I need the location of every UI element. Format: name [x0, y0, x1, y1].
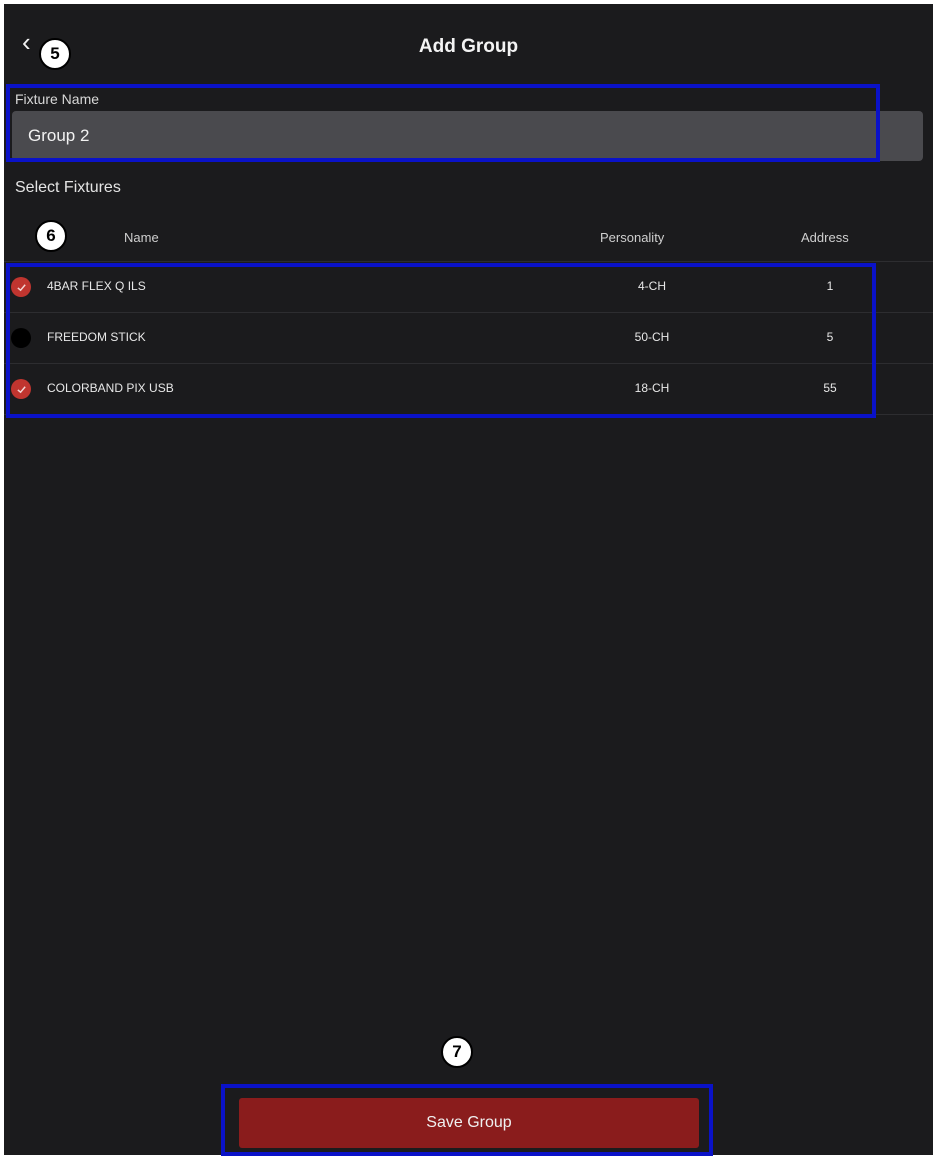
- column-header-personality: Personality: [600, 230, 665, 245]
- column-header-name: Name: [124, 230, 159, 245]
- page-title: Add Group: [418, 36, 519, 57]
- header: ‹ Add Group: [4, 4, 933, 80]
- annotation-badge-7: 7: [441, 1036, 473, 1068]
- highlight-save-button: [221, 1084, 713, 1156]
- annotation-badge-5: 5: [39, 38, 71, 70]
- highlight-fixture-name: [6, 84, 880, 162]
- highlight-fixture-list: [6, 263, 876, 418]
- select-fixtures-label: Select Fixtures: [15, 179, 121, 196]
- annotation-badge-6: 6: [35, 220, 67, 252]
- add-group-screen: ‹ Add Group Fixture Name Select Fixtures…: [4, 4, 933, 1155]
- column-header-address: Address: [801, 230, 849, 245]
